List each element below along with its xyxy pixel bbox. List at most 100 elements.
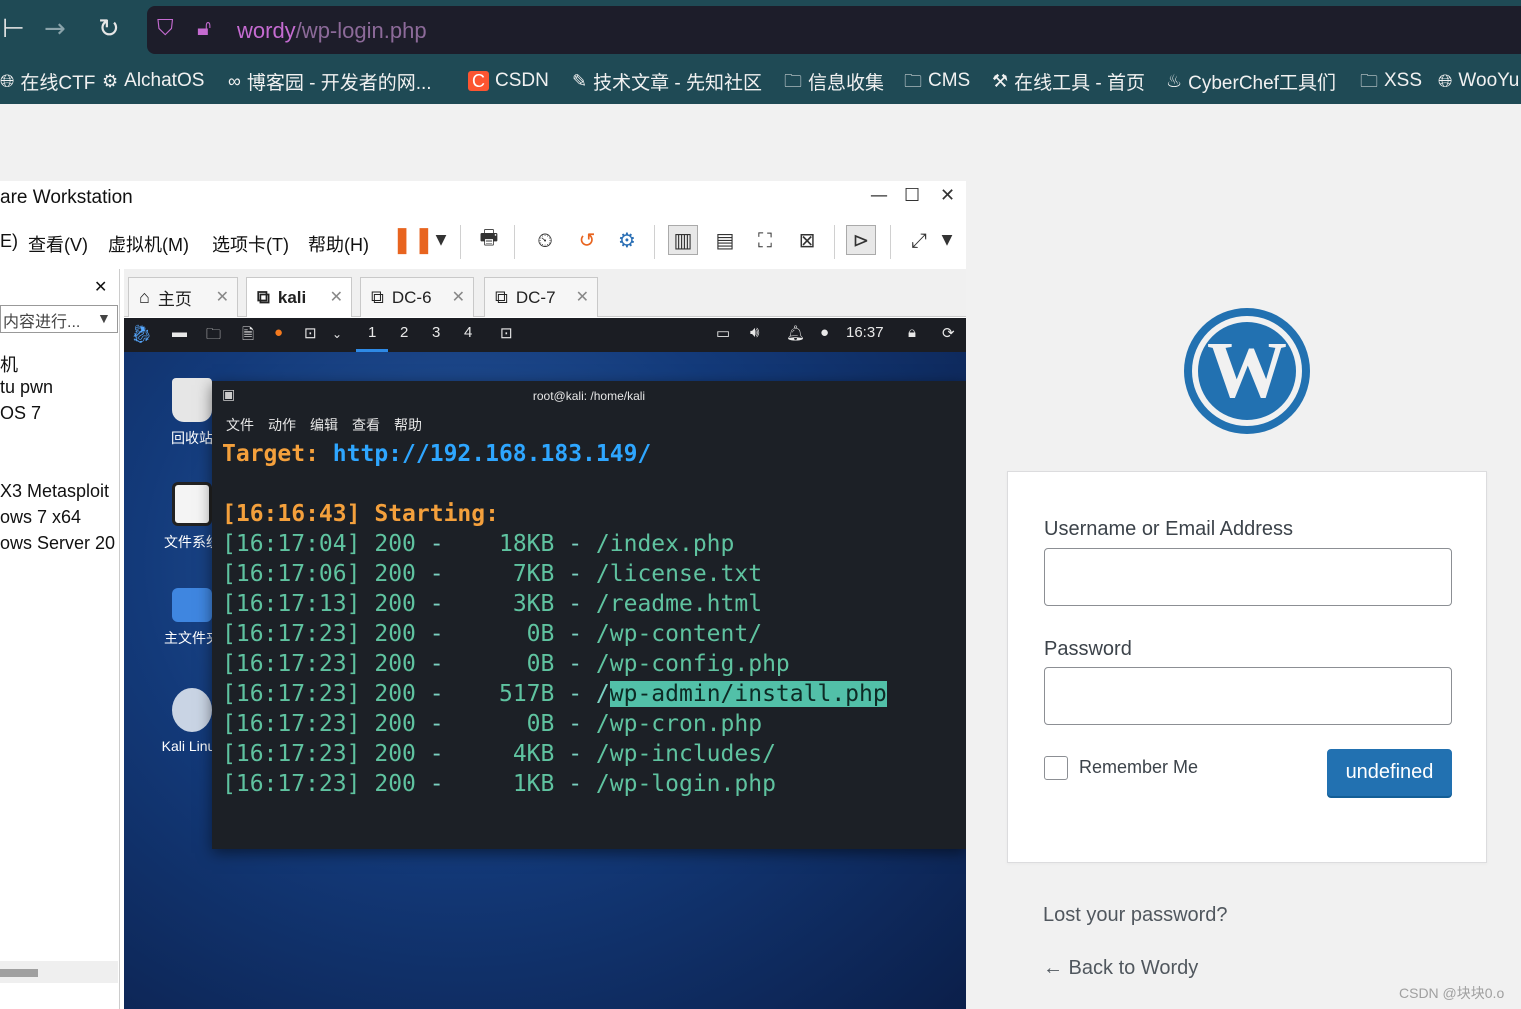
close-icon[interactable]: ✕ — [94, 277, 107, 296]
thumbnail-view-icon[interactable]: ▤ — [710, 225, 740, 255]
console-icon[interactable]: ⊳ — [846, 225, 876, 255]
remember-me-label[interactable]: Remember Me — [1079, 757, 1198, 778]
bookmark-item[interactable]: ✎ 技术文章 - 先知社区 — [572, 64, 762, 98]
vmware-menu-item[interactable]: 帮助(H) — [308, 231, 369, 257]
terminal-menu-item[interactable]: 动作 — [268, 415, 296, 435]
terminal-menu-item[interactable]: 文件 — [226, 415, 254, 435]
logout-icon[interactable]: ⟳ — [942, 324, 955, 342]
wordpress-logo-icon[interactable]: W — [1184, 308, 1310, 434]
terminal-menu-item[interactable]: 查看 — [352, 415, 380, 435]
maximize-icon[interactable]: ☐ — [904, 185, 920, 206]
workspace-3[interactable]: 3 — [432, 324, 440, 341]
library-view-icon[interactable]: ▥ — [668, 225, 698, 255]
vmware-menu-item[interactable]: 查看(V) — [28, 231, 88, 257]
reload-icon[interactable]: ↻ — [98, 14, 120, 44]
login-submit-button[interactable]: undefined — [1327, 749, 1452, 796]
close-icon[interactable]: ✕ — [452, 287, 465, 307]
bookmark-item[interactable]: 🗀 信息收集 — [784, 64, 884, 98]
unity-icon[interactable]: ⊠ — [792, 225, 822, 255]
vmware-menu-item[interactable]: 选项卡(T) — [212, 231, 289, 257]
chevron-down-icon[interactable]: ▼ — [932, 225, 962, 255]
firefox-icon[interactable]: ● — [274, 324, 283, 341]
window-title: are Workstation — [0, 187, 133, 208]
address-bar[interactable]: ⛉ 🔓︎ wordy/wp-login.php — [147, 6, 1521, 54]
back-icon[interactable]: ⊢ — [2, 14, 25, 44]
text-editor-icon[interactable]: 🗎 — [242, 324, 254, 349]
library-vm-item[interactable]: X3 Metasploit — [0, 481, 109, 502]
terminal-icon[interactable]: ⊡ — [304, 324, 317, 342]
kali-desktop: 🐉︎ ▬ 🗀 🗎 ● ⊡ ⌄ 1 2 3 4 ⊡ ▭ 🔊︎ 🔔︎ ● 16:37… — [124, 318, 966, 1009]
library-vm-item[interactable]: OS 7 — [0, 403, 41, 424]
library-search-input[interactable]: 内容进行... ▼ — [0, 305, 118, 333]
terminal-line: [16:16:43] Starting: — [222, 499, 887, 529]
bookmark-item[interactable]: 🗀 XSS — [1360, 64, 1422, 98]
tab-0[interactable]: ⌂ 主页 ✕ — [128, 277, 238, 317]
terminal-menu-item[interactable]: 帮助 — [394, 415, 422, 435]
stretch-icon[interactable]: ⤢ — [904, 225, 934, 255]
scrollbar-thumb[interactable] — [0, 969, 38, 977]
close-icon[interactable]: ✕ — [576, 287, 589, 307]
result-size: 7KB — [512, 561, 555, 587]
bookmark-item[interactable]: 🌐︎ 在线CTF — [0, 64, 95, 98]
chevron-down-icon[interactable]: ▼ — [97, 310, 111, 326]
revert-snapshot-icon[interactable]: ↺ — [572, 225, 602, 255]
bookmark-item[interactable]: C CSDN — [468, 64, 549, 98]
tab-3[interactable]: ⧉ DC-7 ✕ — [484, 277, 598, 317]
terminal-window[interactable]: ▣ root@kali: /home/kali 文件 动作 编辑 查看 帮助 Targe… — [212, 381, 966, 849]
bookmark-item[interactable]: 🌐︎ WooYu — [1438, 64, 1519, 98]
close-icon[interactable]: ✕ — [330, 287, 343, 307]
snapshot-icon[interactable]: ⏲︎ — [530, 225, 560, 255]
notification-bell-icon[interactable]: 🔔︎ — [786, 324, 805, 342]
library-vm-item[interactable]: tu pwn — [0, 377, 53, 398]
forward-icon[interactable]: → — [44, 14, 66, 44]
close-icon[interactable]: ✕ — [216, 287, 229, 307]
clock[interactable]: 16:37 — [846, 324, 884, 341]
back-to-site-link[interactable]: ← Back to Wordy — [1043, 957, 1198, 980]
minimize-icon[interactable]: — — [870, 185, 888, 206]
result-time: [16:17:23] — [222, 771, 361, 797]
workspace-2[interactable]: 2 — [400, 324, 408, 341]
power-status-icon[interactable]: ● — [820, 324, 829, 341]
horizontal-scrollbar[interactable] — [0, 961, 118, 983]
kali-menu-icon[interactable]: 🐉︎ — [130, 324, 153, 345]
chevron-down-icon[interactable]: ⌄ — [332, 327, 342, 341]
tab-1[interactable]: ⧉ kali ✕ — [246, 277, 352, 317]
password-input[interactable] — [1044, 667, 1452, 725]
folder-icon: 🗀 — [904, 71, 922, 91]
lock-icon[interactable]: 🔒︎ — [908, 324, 916, 341]
chevron-down-icon[interactable]: ▼ — [426, 225, 456, 255]
volume-icon[interactable]: 🔊︎ — [750, 324, 759, 341]
lost-password-link[interactable]: Lost your password? — [1043, 904, 1228, 927]
send-keys-icon[interactable]: 🖶︎ — [474, 225, 504, 255]
target-label: Target: — [222, 441, 319, 467]
close-icon[interactable]: ✕ — [940, 185, 955, 206]
terminal-task-icon[interactable]: ⊡ — [500, 324, 513, 342]
file-manager-icon[interactable]: 🗀 — [206, 324, 221, 349]
vmware-menu-item[interactable]: 虚拟机(M) — [108, 231, 189, 257]
terminal-menu-item[interactable]: 编辑 — [310, 415, 338, 435]
fullscreen-icon[interactable]: ⛶ — [750, 225, 780, 255]
bookmark-item[interactable]: ♨︎ CyberChef工具们 — [1166, 64, 1336, 98]
bookmark-item[interactable]: 🗀 CMS — [904, 64, 970, 98]
snapshot-manager-icon[interactable]: ⚙︎ — [612, 225, 642, 255]
result-path: /wp-content/ — [595, 621, 763, 647]
remember-me-checkbox[interactable] — [1044, 756, 1068, 780]
toolbar-divider — [460, 225, 461, 259]
workspace-4[interactable]: 4 — [464, 324, 472, 341]
library-vm-item[interactable]: 机 — [0, 351, 18, 377]
bookmark-item[interactable]: ∞ 博客园 - 开发者的网... — [228, 64, 432, 98]
library-vm-item[interactable]: ows 7 x64 — [0, 507, 81, 528]
result-size: 517B — [498, 681, 555, 707]
bookmark-item[interactable]: ⚙︎ AlchatOS — [102, 64, 204, 98]
workspace-1[interactable]: 1 — [368, 324, 376, 341]
username-input[interactable] — [1044, 548, 1452, 606]
pause-icon[interactable]: ❚❚ — [391, 225, 435, 255]
start-label: Starting: — [374, 501, 499, 527]
bookmark-item[interactable]: ⚒︎ 在线工具 - 首页 — [992, 64, 1145, 98]
library-vm-item[interactable]: ows Server 20 — [0, 533, 115, 554]
display-icon[interactable]: ▭ — [716, 324, 730, 342]
tab-2[interactable]: ⧉ DC-6 ✕ — [360, 277, 474, 317]
show-desktop-icon[interactable]: ▬ — [172, 324, 187, 341]
toolbar-divider — [654, 225, 655, 259]
vmware-menu-item[interactable]: E) — [0, 231, 18, 252]
